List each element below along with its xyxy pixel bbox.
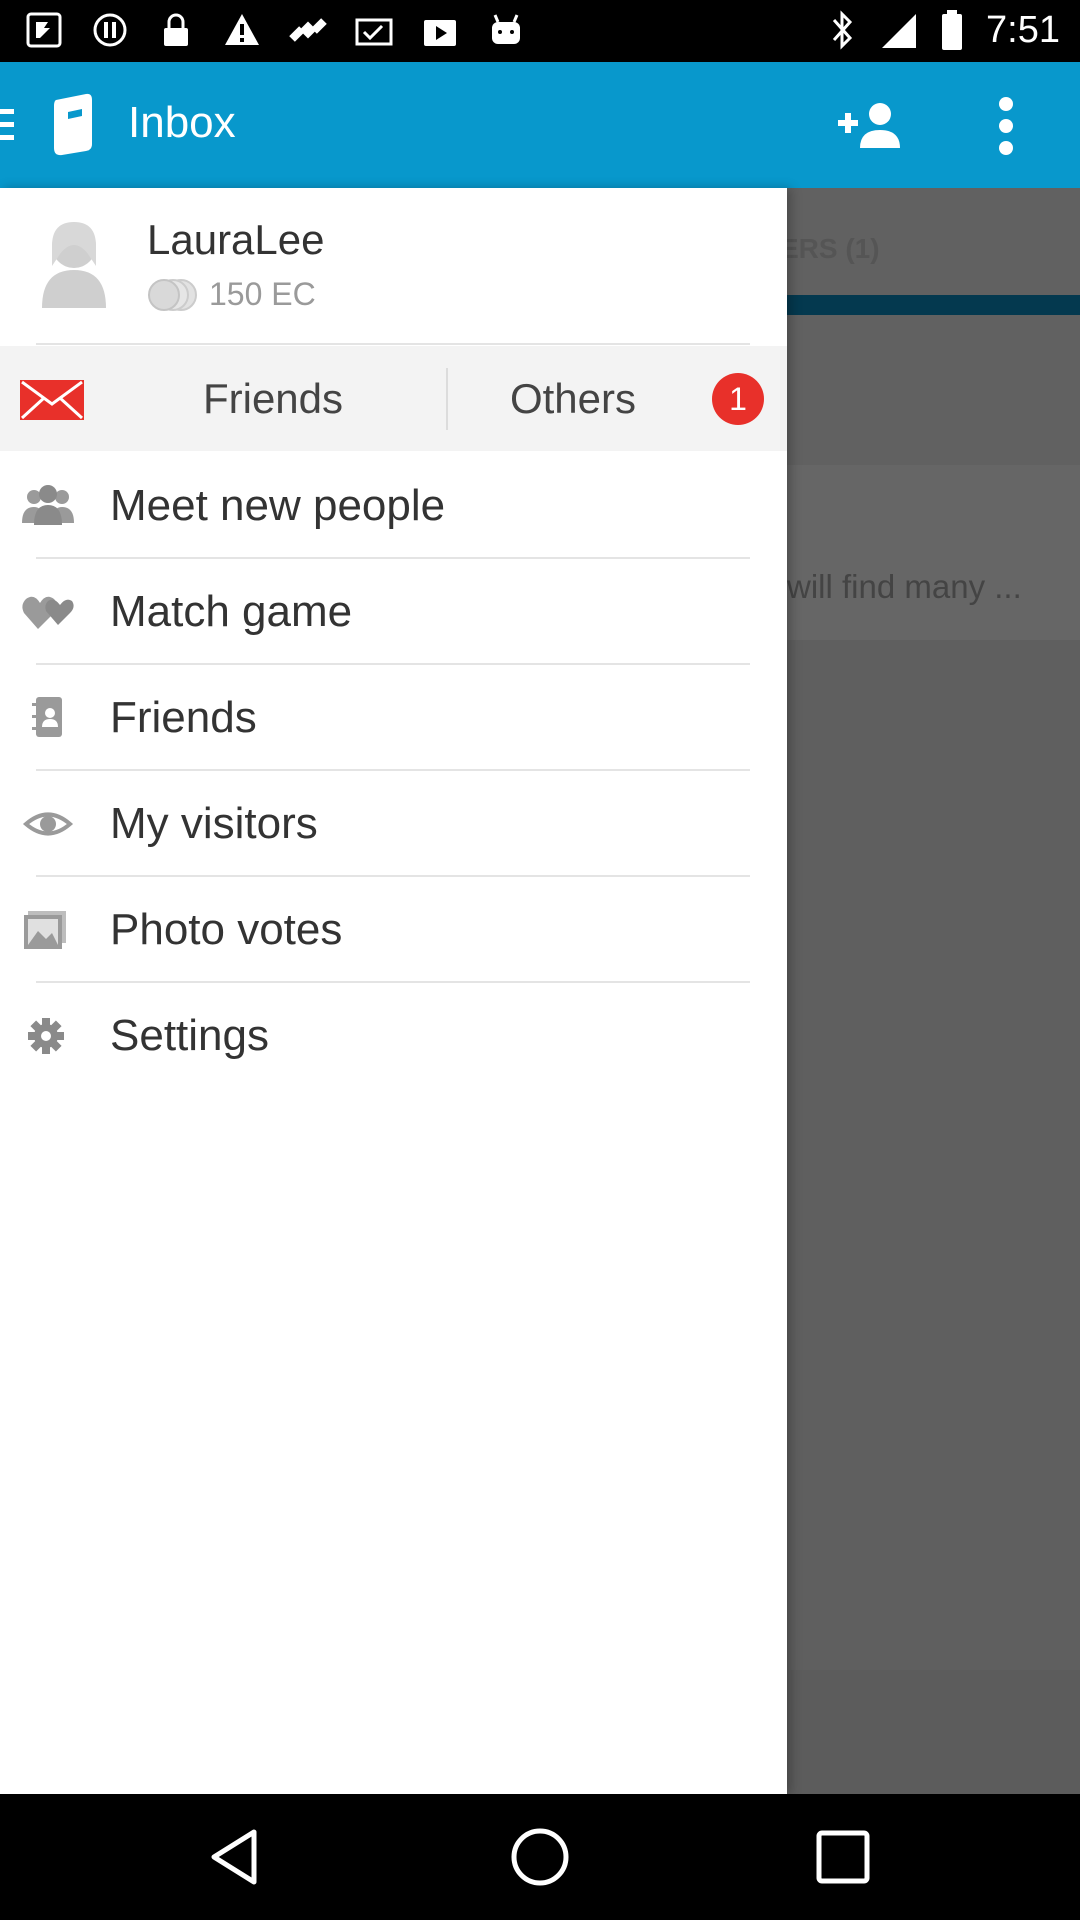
warning-icon bbox=[225, 14, 259, 45]
divider bbox=[36, 343, 750, 345]
recent-apps-icon[interactable] bbox=[810, 1824, 876, 1890]
more-options-icon[interactable] bbox=[996, 96, 1016, 156]
bluetooth-icon bbox=[832, 10, 853, 50]
status-bar-system: 7:51 bbox=[828, 8, 1060, 52]
page-title: Inbox bbox=[128, 98, 236, 147]
menu-item-label: My visitors bbox=[110, 799, 318, 848]
menu-item-label: Friends bbox=[110, 693, 257, 742]
contacts-icon bbox=[32, 697, 62, 737]
app-logo-icon bbox=[54, 93, 92, 156]
hamburger-menu-icon[interactable] bbox=[0, 107, 14, 143]
mail-icon bbox=[20, 380, 84, 420]
hearts-icon bbox=[22, 596, 74, 629]
android-icon bbox=[492, 14, 520, 44]
status-bar: 7:51 bbox=[0, 0, 1080, 62]
tab-friends[interactable]: Friends bbox=[100, 346, 446, 451]
drawer-menu: Meet new people Match game Friends My vi… bbox=[0, 453, 787, 1089]
menu-item-match-game[interactable]: Match game bbox=[0, 559, 787, 665]
tab-others-background: ERS (1) bbox=[780, 233, 880, 264]
navigation-drawer: LauraLee 150 EC Friends Others 1 Meet ne… bbox=[0, 188, 787, 1794]
notification-icon bbox=[26, 12, 62, 48]
profile-name[interactable]: LauraLee bbox=[147, 216, 325, 264]
menu-item-friends[interactable]: Friends bbox=[0, 665, 787, 771]
status-bar-notifications bbox=[24, 10, 526, 50]
message-tabs: Friends Others 1 bbox=[0, 346, 787, 451]
profile-coins: 150 EC bbox=[147, 276, 316, 313]
message-preview: will find many ... bbox=[787, 568, 1022, 605]
menu-item-photo-votes[interactable]: Photo votes bbox=[0, 877, 787, 983]
system-navigation-bar bbox=[0, 1794, 1080, 1920]
gear-icon bbox=[28, 1018, 64, 1054]
coins-icon bbox=[148, 278, 197, 311]
menu-item-label: Meet new people bbox=[110, 481, 446, 530]
people-icon bbox=[22, 485, 74, 525]
menu-item-my-visitors[interactable]: My visitors bbox=[0, 771, 787, 877]
menu-item-meet-new-people[interactable]: Meet new people bbox=[0, 453, 787, 559]
unread-badge: 1 bbox=[712, 373, 764, 425]
eye-icon bbox=[22, 812, 74, 836]
menu-item-settings[interactable]: Settings bbox=[0, 983, 787, 1089]
lock-icon bbox=[164, 13, 188, 46]
play-store-icon bbox=[424, 20, 456, 46]
add-user-icon[interactable] bbox=[838, 100, 902, 150]
satellite-icon bbox=[289, 18, 327, 42]
status-time: 7:51 bbox=[986, 8, 1060, 51]
tab-others[interactable]: Others bbox=[448, 346, 698, 451]
notification-icon bbox=[93, 13, 127, 47]
menu-item-label: Match game bbox=[110, 587, 353, 636]
home-icon[interactable] bbox=[507, 1824, 573, 1890]
menu-item-label: Photo votes bbox=[110, 905, 343, 954]
coin-balance: 150 EC bbox=[209, 276, 316, 312]
mail-check-icon bbox=[355, 18, 393, 46]
menu-item-label: Settings bbox=[110, 1011, 269, 1060]
signal-icon bbox=[882, 14, 917, 48]
battery-icon bbox=[942, 10, 963, 50]
app-bar: Inbox bbox=[0, 62, 1080, 188]
back-icon[interactable] bbox=[204, 1824, 270, 1890]
avatar-icon[interactable] bbox=[38, 218, 110, 308]
photos-icon bbox=[24, 911, 66, 949]
